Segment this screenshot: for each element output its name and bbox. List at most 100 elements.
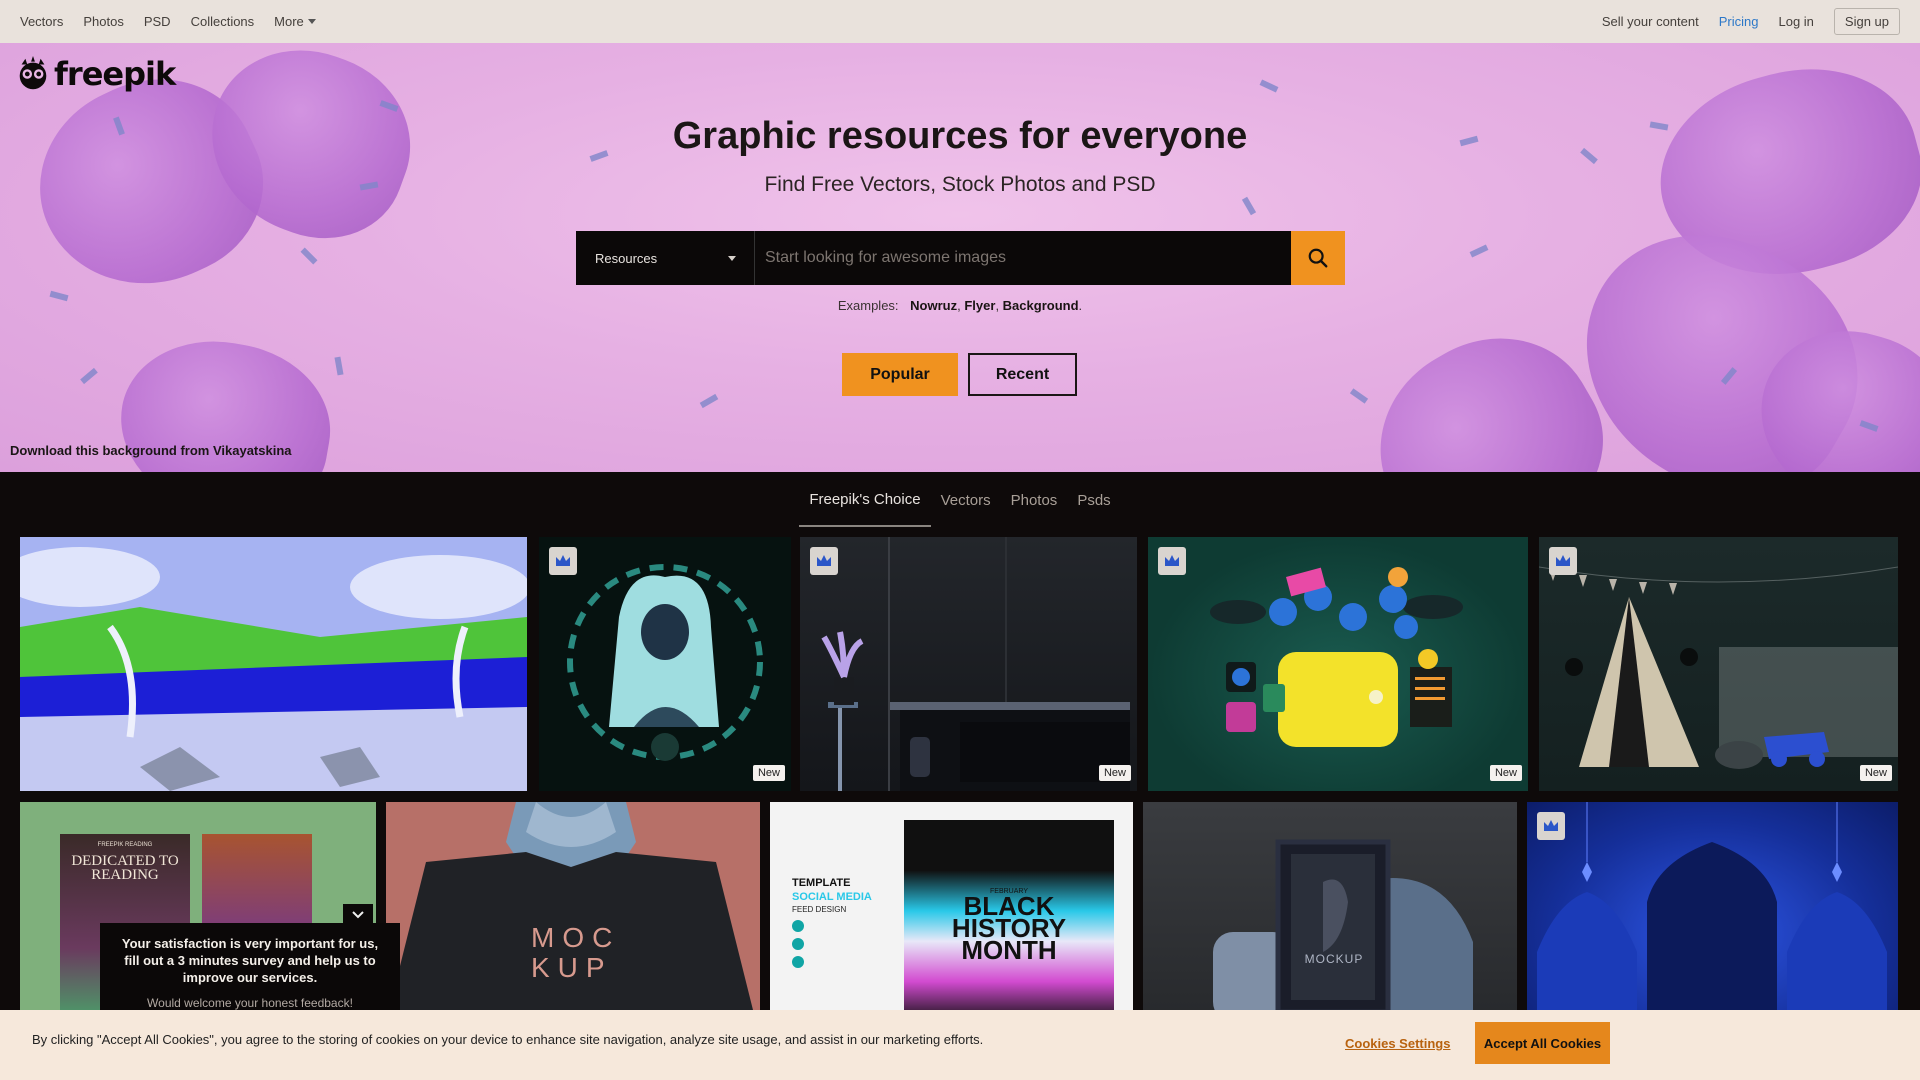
chevron-down-icon [352,911,364,919]
credit-author-link[interactable]: Vikayatskina [213,443,292,458]
logo-text: freepik [54,55,176,93]
crown-icon [556,555,570,566]
nav-more[interactable]: More [274,14,316,29]
resource-card-mother-child[interactable]: New [539,537,791,791]
confetti-decoration [1241,196,1257,216]
resource-card-kids-tent[interactable]: New [1539,537,1898,791]
search-button[interactable] [1291,231,1345,285]
mother-child-illustration [567,564,763,761]
search-bar: Resources [576,231,1345,285]
hero-subtitle: Find Free Vectors, Stock Photos and PSD [764,173,1156,196]
nav-more-label: More [274,14,304,29]
template-list [792,920,804,968]
bhm-line3: MONTH [961,935,1057,965]
arabesque-background [1537,802,1887,1022]
confetti-decoration [699,393,719,409]
sell-content-link[interactable]: Sell your content [1602,14,1699,29]
confetti-decoration [334,356,344,376]
accept-cookies-button[interactable]: Accept All Cookies [1475,1022,1610,1064]
crown-icon [1165,555,1179,566]
tab-freepiks-choice[interactable]: Freepik's Choice [799,473,931,527]
resource-card-social-template[interactable]: TEMPLATE SOCIAL MEDIA FEED DESIGN FEBRUA… [770,802,1133,1022]
template-title: TEMPLATE [792,877,851,889]
chevron-down-icon [307,19,316,24]
premium-badge [549,547,577,575]
resource-card-tshirt-mockup[interactable]: MOC KUP [386,802,760,1022]
nav-vectors[interactable]: Vectors [20,14,63,29]
mockup-text-line2: KUP [531,952,613,983]
new-badge: New [1859,765,1892,781]
premium-badge [810,547,838,575]
confetti-decoration [1349,388,1369,404]
crown-icon [1544,820,1558,831]
new-badge: New [1489,765,1522,781]
cookie-text: By clicking "Accept All Cookies", you ag… [32,1032,984,1047]
premium-badge [1158,547,1186,575]
template-highlight: SOCIAL MEDIA [792,891,872,903]
examples-label: Examples: [837,298,899,313]
book-title: DEDICATED TO READING [71,853,179,883]
bhm-poster: FEBRUARY BLACK HISTORY MONTH [904,820,1114,1022]
frame-mockup-label: MOCKUP [1304,952,1364,966]
premium-badge [1537,812,1565,840]
nav-psd[interactable]: PSD [144,14,171,29]
new-badge: New [1098,765,1131,781]
book-small-label: FREEPIK READING [97,842,153,848]
content-tabs: Freepik's Choice Vectors Photos Psds [0,472,1920,527]
search-input[interactable] [755,231,1291,285]
savanna-illustration [20,537,527,791]
background-credit: Download this background from Vikayatski… [10,443,292,458]
template-list-dot [792,956,804,968]
tab-vectors[interactable]: Vectors [931,474,1001,526]
credit-text: Download this background from [10,443,210,458]
top-nav: Vectors Photos PSD Collections More Sell… [0,0,1920,43]
freepik-logo[interactable]: freepik [14,55,176,93]
crypto-wallet-illustration [1210,567,1463,747]
example-link[interactable]: Flyer [964,298,995,313]
template-list-dot [792,920,804,932]
nav-photos[interactable]: Photos [83,14,123,29]
confetti-decoration [300,247,318,265]
recent-button[interactable]: Recent [968,353,1077,396]
mockup-text-line1: MOC [531,922,621,953]
resource-type-label: Resources [595,250,658,266]
pricing-link[interactable]: Pricing [1719,14,1759,29]
freepik-logo-icon [19,55,47,90]
search-icon [1308,248,1328,268]
search-examples: Examples: Nowruz, Flyer, Background. [837,298,1083,313]
confetti-decoration [80,367,98,385]
premium-badge [1549,547,1577,575]
resource-type-dropdown[interactable]: Resources [576,231,755,285]
survey-heading: Your satisfaction is very important for … [121,936,379,985]
popular-button[interactable]: Popular [842,353,958,396]
survey-subtext: Would welcome your honest feedback! [147,996,353,1010]
confetti-decoration [1259,79,1279,93]
resource-card-savanna[interactable] [20,537,527,791]
confetti-decoration [1469,244,1489,258]
chevron-down-icon [728,255,736,261]
resource-card-arabesque[interactable] [1527,802,1898,1022]
template-list-dot [792,938,804,950]
cookies-settings-button[interactable]: Cookies Settings [1345,1036,1450,1051]
hero-banner: freepik Graphic resources for everyone F… [0,43,1920,472]
dark-interior-render [821,537,1130,791]
resource-card-crypto-wallet[interactable]: New [1148,537,1528,791]
crown-icon [817,555,831,566]
resource-card-dark-interior[interactable]: New [800,537,1137,791]
resource-card-frame-mockup[interactable]: MOCKUP [1143,802,1517,1022]
tshirt-mockup [386,802,756,1022]
tab-photos[interactable]: Photos [1001,474,1068,526]
example-link[interactable]: Nowruz [910,298,957,313]
nav-collections[interactable]: Collections [191,14,255,29]
cookie-banner: By clicking "Accept All Cookies", you ag… [0,1010,1920,1080]
hero-title: Graphic resources for everyone [672,115,1248,157]
login-link[interactable]: Log in [1778,14,1813,29]
template-sub: FEED DESIGN [792,905,847,914]
new-badge: New [752,765,785,781]
crown-icon [1556,555,1570,566]
kids-tent-render [1539,566,1898,769]
tab-psds[interactable]: Psds [1067,474,1120,526]
example-link[interactable]: Background [1003,298,1079,313]
frame-mockup [1213,839,1473,1022]
signup-button[interactable]: Sign up [1833,8,1900,35]
